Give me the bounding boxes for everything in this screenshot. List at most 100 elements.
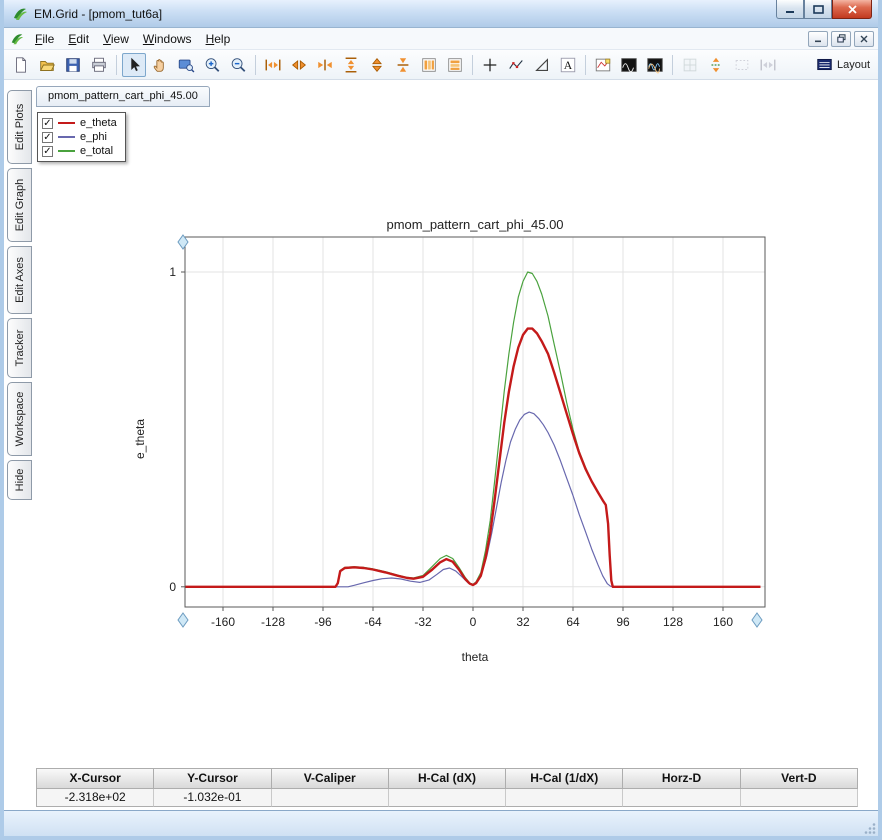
statusbar [4,810,878,836]
svg-text:A: A [564,59,573,72]
x-tick-label: -96 [314,615,332,629]
pan-hand-button[interactable] [148,53,172,77]
select-pointer-button[interactable] [122,52,146,77]
subplot-view-button[interactable] [591,53,615,77]
row-layout-button[interactable] [443,53,467,77]
x-tick-label: 64 [566,615,580,629]
legend-line-sample [58,150,75,152]
sidebar-tab-tracker[interactable]: Tracker [7,318,32,378]
expand-x-axis-button[interactable] [261,53,285,77]
titlebar: EM.Grid - [pmom_tut6a] [4,0,878,28]
maximize-button[interactable] [804,0,832,19]
save-button[interactable] [61,53,85,77]
sidebar-tab-label: Hide [13,468,26,492]
add-text-button[interactable]: A [556,53,580,77]
zoom-out-icon [231,57,246,72]
toolbar-separator [255,54,256,75]
legend-item: ✓ e_phi [42,130,117,144]
subplot-icon [595,58,611,71]
sidebar: Edit Plots Edit Graph Edit Axes Tracker … [4,80,34,810]
legend-checkbox-e-total[interactable]: ✓ [42,145,53,157]
mdi-close-button[interactable] [854,30,874,47]
scroll-y-axis-button[interactable] [365,53,389,77]
menu-edit[interactable]: Edit [61,29,96,49]
expand-y-axis-button[interactable] [339,53,363,77]
zoom-in-icon [205,57,220,72]
y-tick-label: 0 [169,580,176,594]
scroll-y-axis-icon [372,57,382,72]
x-tick-label: -160 [211,615,235,629]
compress-y-axis-button[interactable] [391,53,415,77]
legend-checkbox-e-theta[interactable]: ✓ [42,117,53,129]
sidebar-tab-label: Tracker [13,329,26,367]
expand-x-axis-icon [265,59,281,70]
fit-vertical-button[interactable] [704,53,728,77]
sidebar-tab-edit-axes[interactable]: Edit Axes [7,246,32,314]
axis-drag-handle[interactable] [177,612,189,628]
delta-measure-button[interactable] [530,53,554,77]
mdi-restore-button[interactable] [831,30,851,47]
sidebar-tab-label: Workspace [13,391,26,447]
legend-line-sample [58,136,75,138]
y-tick-label: 1 [169,265,176,279]
print-icon [92,57,106,72]
cursor-value [506,789,624,807]
waveform-view-button[interactable] [617,53,641,77]
point-tracker-button[interactable] [504,53,528,77]
fit-horizontal-button[interactable] [756,53,780,77]
crosshair-cursor-button[interactable] [478,53,502,77]
mdi-window-buttons [805,30,874,47]
snap-grid-button[interactable] [678,53,702,77]
layout-button[interactable]: Layout [815,53,873,77]
minimize-button[interactable] [776,0,804,19]
app-window: EM.Grid - [pmom_tut6a] File Edit View Wi… [0,0,882,840]
column-layout-button[interactable] [417,53,441,77]
mdi-minimize-button[interactable] [808,30,828,47]
save-icon [66,57,80,72]
delta-icon [535,57,548,71]
close-button[interactable] [832,0,872,19]
document-tab[interactable]: pmom_pattern_cart_phi_45.00 [36,86,210,107]
scroll-x-axis-button[interactable] [287,53,311,77]
compress-y-axis-icon [397,57,409,72]
compress-x-axis-button[interactable] [313,53,337,77]
multi-waveform-view-button[interactable] [643,53,667,77]
select-region-button[interactable] [730,53,754,77]
print-button[interactable] [87,53,111,77]
column-header: H-Cal (1/dX) [506,769,624,789]
snap-grid-icon [683,58,697,71]
legend-label: e_phi [80,131,107,143]
compress-x-axis-icon [318,59,332,70]
column-header: Y-Cursor [154,769,272,789]
sidebar-tab-workspace[interactable]: Workspace [7,382,32,456]
cursor-value [388,789,507,807]
sidebar-tab-edit-plots[interactable]: Edit Plots [7,90,32,164]
y-axis-label: e_theta [133,418,147,460]
toolbar: A Layout [4,50,878,80]
menu-help[interactable]: Help [199,29,238,49]
legend-label: e_theta [80,117,117,129]
layout-icon [817,58,832,71]
axis-drag-handle[interactable] [751,612,763,628]
menu-view[interactable]: View [96,29,136,49]
zoom-in-button[interactable] [200,53,224,77]
column-header: Horz-D [623,769,741,789]
new-document-icon [16,56,26,73]
layout-button-label: Layout [837,58,871,71]
crosshair-icon [483,58,497,71]
zoom-out-button[interactable] [226,53,250,77]
x-tick-label: 160 [713,615,733,629]
legend-checkbox-e-phi[interactable]: ✓ [42,131,53,143]
mdi-close-icon [860,35,868,42]
sidebar-tab-edit-graph[interactable]: Edit Graph [7,168,32,242]
column-header: V-Caliper [271,769,389,789]
zoom-window-button[interactable] [174,53,198,77]
new-button[interactable] [9,53,33,77]
sidebar-tab-hide[interactable]: Hide [7,460,32,500]
open-button[interactable] [35,53,59,77]
mdi-minimize-icon [815,40,821,42]
menu-file[interactable]: File [28,29,61,49]
menu-windows[interactable]: Windows [136,29,199,49]
resize-grip-icon[interactable] [864,822,877,835]
cursor-value [271,789,389,807]
